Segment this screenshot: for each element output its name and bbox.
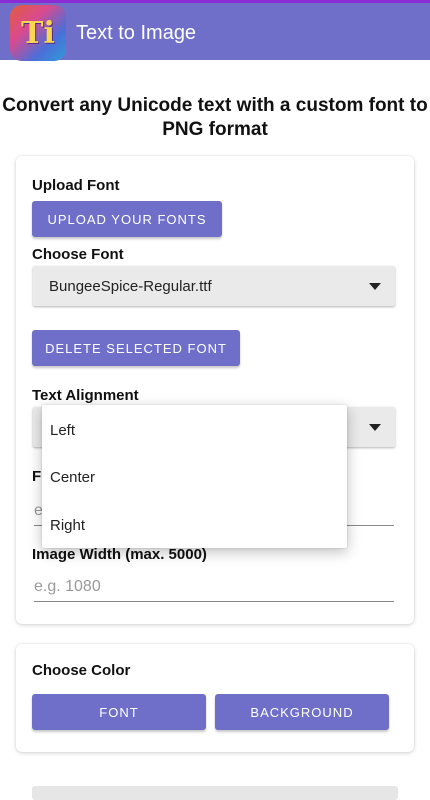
dropdown-arrow-icon [369,283,381,290]
app-bar: Ti Text to Image [0,0,430,61]
font-size-label: F [32,468,42,485]
choose-font-label: Choose Font [32,246,124,263]
image-width-label: Image Width (max. 5000) [32,546,207,563]
text-alignment-label: Text Alignment [32,387,139,404]
font-select[interactable]: BungeeSpice-Regular.ttf [33,266,395,306]
alignment-option-center[interactable]: Center [50,469,95,486]
app-logo-glyph: Ti [21,15,55,51]
image-width-input[interactable] [34,572,394,601]
font-select-value: BungeeSpice-Regular.ttf [49,278,212,295]
app-title: Text to Image [76,22,197,44]
alignment-dropdown-menu: Left Center Right [42,405,347,548]
delete-font-button[interactable]: DELETE SELECTED FONT [32,330,240,366]
alignment-option-right[interactable]: Right [50,517,85,534]
font-color-button[interactable]: FONT [32,694,206,730]
page-headline: Convert any Unicode text with a custom f… [2,95,428,140]
alignment-option-left[interactable]: Left [50,422,75,439]
image-width-field[interactable] [34,572,394,602]
upload-font-label: Upload Font [32,177,120,194]
app-logo-icon: Ti [10,5,66,61]
background-color-button[interactable]: BACKGROUND [215,694,389,730]
choose-color-label: Choose Color [32,662,131,679]
next-card-partial [32,786,398,800]
dropdown-arrow-icon [369,424,381,431]
upload-fonts-button[interactable]: UPLOAD YOUR FONTS [32,201,222,237]
